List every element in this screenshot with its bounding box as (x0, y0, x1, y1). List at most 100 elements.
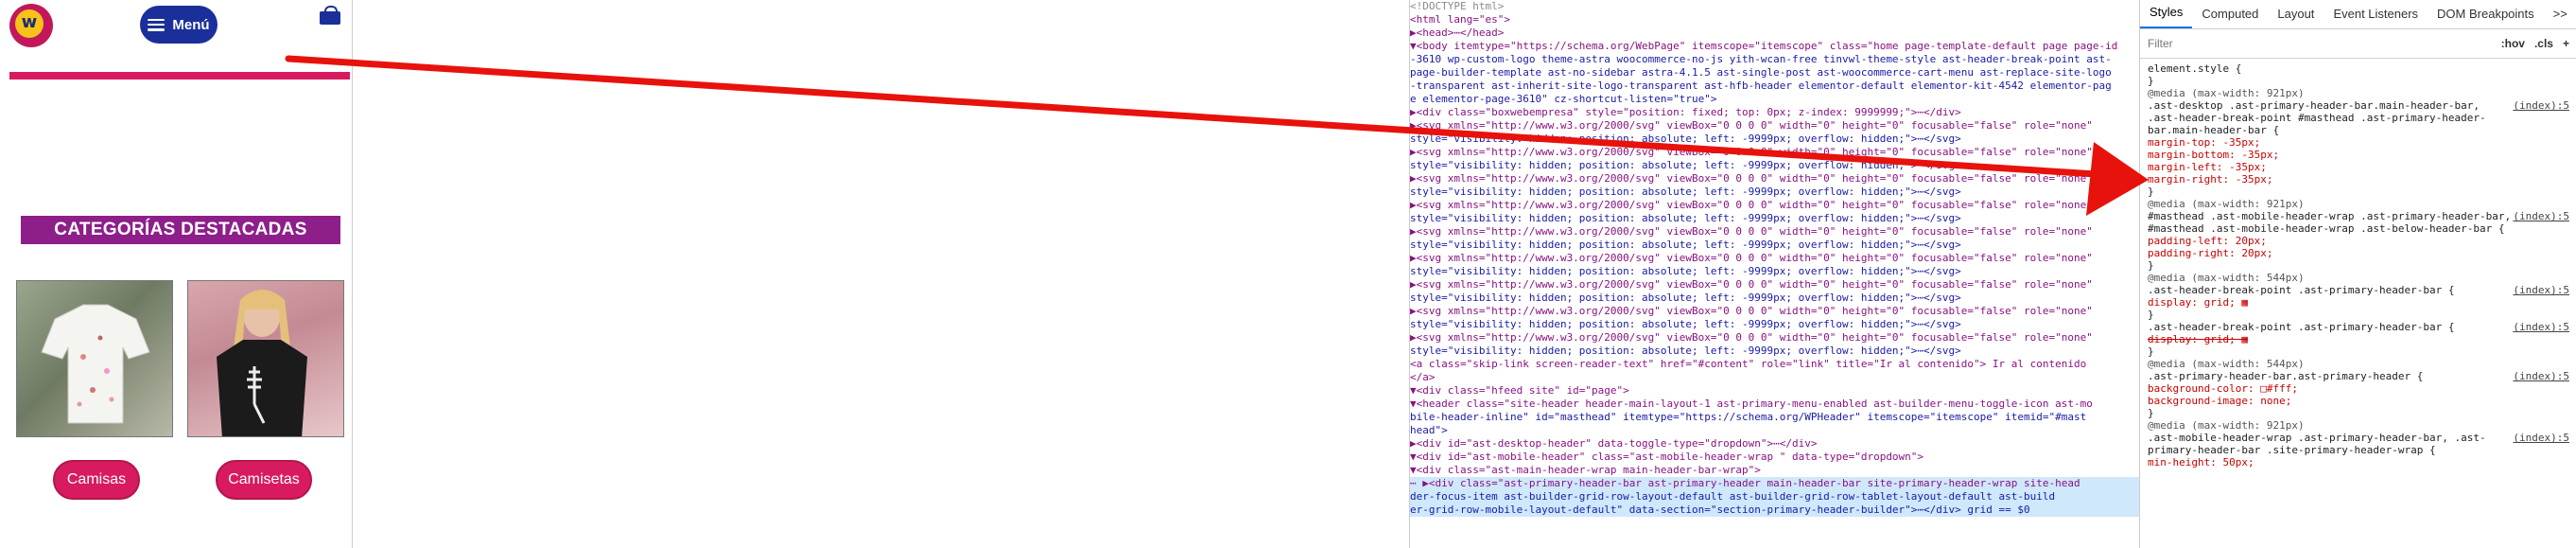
devtools-styles-pane[interactable]: Styles Computed Layout Event Listeners D… (2139, 0, 2576, 548)
new-rule-icon[interactable]: + (2563, 37, 2569, 50)
style-rules-list[interactable]: element.style {} @media (max-width: 921px… (2140, 59, 2576, 472)
dom-node-line[interactable]: style="visibility: hidden; position: abs… (1410, 186, 2140, 199)
dom-node-line[interactable]: style="visibility: hidden; position: abs… (1410, 345, 2140, 358)
rule-source-link[interactable]: (index):5 (2509, 210, 2569, 222)
selector-line[interactable]: .ast-mobile-header-wrap .ast-primary-hea… (2148, 432, 2569, 444)
media-query-line[interactable]: @media (max-width: 544px) (2148, 358, 2569, 370)
dom-node-line[interactable]: ▶<svg xmlns="http://www.w3.org/2000/svg"… (1410, 331, 2140, 345)
css-declaration[interactable]: background-color: □#fff; (2148, 382, 2569, 395)
dom-node-line[interactable]: ▼<div id="ast-mobile-header" class="ast-… (1410, 451, 2140, 464)
selector-line[interactable]: primary-header-bar .site-primary-header-… (2148, 444, 2569, 456)
dom-tree[interactable]: <!DOCTYPE html> <html lang="es"> ▶<head>⋯<… (1410, 0, 2140, 517)
css-declaration[interactable]: margin-top: -35px; (2148, 136, 2569, 149)
selector-line[interactable]: } (2148, 186, 2569, 198)
dom-node-line[interactable]: style="visibility: hidden; position: abs… (1410, 292, 2140, 305)
class-toggle[interactable]: .cls (2534, 37, 2553, 50)
dom-node-line[interactable]: ▶<svg xmlns="http://www.w3.org/2000/svg"… (1410, 146, 2140, 159)
css-declaration[interactable]: background-image: none; (2148, 395, 2569, 407)
selector-line[interactable]: } (2148, 259, 2569, 272)
rule-source-link[interactable]: (index):5 (2509, 370, 2569, 382)
selector-line[interactable]: .ast-header-break-point .ast-primary-hea… (2148, 284, 2569, 296)
camisetas-button[interactable]: Camisetas (216, 460, 312, 500)
dom-node-line[interactable]: ▶<div id="ast-desktop-header" data-toggl… (1410, 437, 2140, 451)
css-declaration[interactable]: margin-right: -35px; (2148, 173, 2569, 186)
rule-source-link[interactable]: (index):5 (2509, 321, 2569, 333)
dom-node-line[interactable]: ▼<div class="hfeed site" id="page"> (1410, 384, 2140, 398)
dom-node-line[interactable]: ▶<svg xmlns="http://www.w3.org/2000/svg"… (1410, 199, 2140, 212)
media-query-line[interactable]: @media (max-width: 921px) (2148, 87, 2569, 99)
cart-icon[interactable] (320, 6, 340, 25)
selector-line[interactable]: .ast-desktop .ast-primary-header-bar.mai… (2148, 99, 2569, 112)
dom-node-line[interactable]: ▼<body itemtype="https://schema.org/WebP… (1410, 40, 2140, 53)
dom-node-line[interactable]: head"> (1410, 424, 2140, 437)
dom-node-line[interactable]: style="visibility: hidden; position: abs… (1410, 133, 2140, 146)
dom-node-line[interactable]: ▶<head>⋯</head> (1410, 27, 2140, 40)
dom-node-line[interactable]: style="visibility: hidden; position: abs… (1410, 239, 2140, 252)
dom-node-line[interactable]: <a class="skip-link screen-reader-text" … (1410, 358, 2140, 371)
menu-button[interactable]: Menú (140, 6, 218, 44)
css-declaration[interactable]: padding-right: 20px; (2148, 247, 2569, 259)
rule-source-link[interactable]: (index):5 (2509, 99, 2569, 112)
dom-node-line[interactable]: <!DOCTYPE html> (1410, 0, 2140, 13)
product-image-shirt[interactable] (16, 280, 173, 437)
media-query-line[interactable]: @media (max-width: 921px) (2148, 419, 2569, 432)
dom-node-line[interactable]: style="visibility: hidden; position: abs… (1410, 265, 2140, 278)
rule-source-link[interactable]: (index):5 (2509, 284, 2569, 296)
site-logo[interactable]: w (9, 4, 53, 47)
dom-node-line[interactable]: er-grid-row-mobile-layout-default" data-… (1410, 504, 2140, 517)
tab-more-icon[interactable]: >> (2544, 7, 2576, 28)
dom-node-line[interactable]: <html lang="es"> (1410, 13, 2140, 27)
devtools-elements-panel[interactable]: <!DOCTYPE html> <html lang="es"> ▶<head>⋯<… (1409, 0, 2140, 548)
dom-node-line[interactable]: ▼<div class="ast-main-header-wrap main-h… (1410, 464, 2140, 477)
selector-line[interactable]: #masthead .ast-mobile-header-wrap .ast-b… (2148, 222, 2569, 235)
tab-computed[interactable]: Computed (2192, 7, 2268, 28)
rule-source-link[interactable]: (index):5 (2509, 432, 2569, 444)
dom-node-line[interactable]: -transparent ast-inherit-site-logo-trans… (1410, 80, 2140, 93)
dom-node-line[interactable]: ▶<svg xmlns="http://www.w3.org/2000/svg"… (1410, 252, 2140, 265)
dom-node-line[interactable]: style="visibility: hidden; position: abs… (1410, 318, 2140, 331)
tab-event-listeners[interactable]: Event Listeners (2324, 7, 2428, 28)
dom-node-line[interactable]: page-builder-template ast-no-sidebar ast… (1410, 66, 2140, 80)
dom-node-line[interactable]: style="visibility: hidden; position: abs… (1410, 212, 2140, 225)
media-query-line[interactable]: @media (max-width: 921px) (2148, 198, 2569, 210)
css-declaration[interactable]: display: grid; ▦ (2148, 333, 2569, 345)
selector-line[interactable]: #masthead .ast-mobile-header-wrap .ast-p… (2148, 210, 2569, 222)
tab-dom-breakpoints[interactable]: DOM Breakpoints (2428, 7, 2544, 28)
dom-node-line[interactable]: ▼<header class="site-header header-main-… (1410, 398, 2140, 411)
dom-node-line[interactable]: style="visibility: hidden; position: abs… (1410, 159, 2140, 172)
dom-node-text: style="visibility: hidden; position: abs… (1410, 186, 1961, 198)
dom-node-line[interactable]: ▶<svg xmlns="http://www.w3.org/2000/svg"… (1410, 305, 2140, 318)
dom-node-line[interactable]: -3610 wp-custom-logo theme-astra woocomm… (1410, 53, 2140, 66)
selector-line[interactable]: } (2148, 309, 2569, 321)
camisas-button[interactable]: Camisas (53, 460, 140, 500)
selector-line[interactable]: bar.main-header-bar { (2148, 124, 2569, 136)
dom-node-line[interactable]: </a> (1410, 371, 2140, 384)
dom-node-line[interactable]: e elementor-page-3610" cz-shortcut-liste… (1410, 93, 2140, 106)
dom-node-line[interactable]: bile-header-inline" id="masthead" itemty… (1410, 411, 2140, 424)
selector-line[interactable]: } (2148, 407, 2569, 419)
media-query-line[interactable]: @media (max-width: 544px) (2148, 272, 2569, 284)
selector-line[interactable]: element.style { (2148, 62, 2569, 75)
selector-line[interactable]: .ast-primary-header-bar.ast-primary-head… (2148, 370, 2569, 382)
dom-node-line[interactable]: ⋯ ▶<div class="ast-primary-header-bar as… (1410, 477, 2140, 490)
product-image-tshirt[interactable] (187, 280, 344, 437)
dom-node-line[interactable]: ▶<svg xmlns="http://www.w3.org/2000/svg"… (1410, 119, 2140, 133)
css-declaration[interactable]: margin-bottom: -35px; (2148, 149, 2569, 161)
css-declaration[interactable]: display: grid; ▦ (2148, 296, 2569, 309)
selector-line[interactable]: .ast-header-break-point .ast-primary-hea… (2148, 321, 2569, 333)
css-declaration[interactable]: padding-left: 20px; (2148, 235, 2569, 247)
css-declaration[interactable]: margin-left: -35px; (2148, 161, 2569, 173)
tab-layout[interactable]: Layout (2268, 7, 2324, 28)
dom-node-line[interactable]: der-focus-item ast-builder-grid-row-layo… (1410, 490, 2140, 504)
dom-node-line[interactable]: ▶<svg xmlns="http://www.w3.org/2000/svg"… (1410, 172, 2140, 186)
css-declaration[interactable]: min-height: 50px; (2148, 456, 2569, 468)
tab-styles[interactable]: Styles (2140, 5, 2193, 28)
dom-node-line[interactable]: ▶<svg xmlns="http://www.w3.org/2000/svg"… (1410, 225, 2140, 239)
dom-node-line[interactable]: ▶<div class="boxwebempresa" style="posit… (1410, 106, 2140, 119)
selector-line[interactable]: } (2148, 345, 2569, 358)
selector-line[interactable]: .ast-header-break-point #masthead .ast-p… (2148, 112, 2569, 124)
hover-state-toggle[interactable]: :hov (2501, 37, 2525, 50)
selector-line[interactable]: } (2148, 75, 2569, 87)
dom-node-line[interactable]: ▶<svg xmlns="http://www.w3.org/2000/svg"… (1410, 278, 2140, 292)
styles-filter-input[interactable]: Filter (2148, 37, 2492, 50)
